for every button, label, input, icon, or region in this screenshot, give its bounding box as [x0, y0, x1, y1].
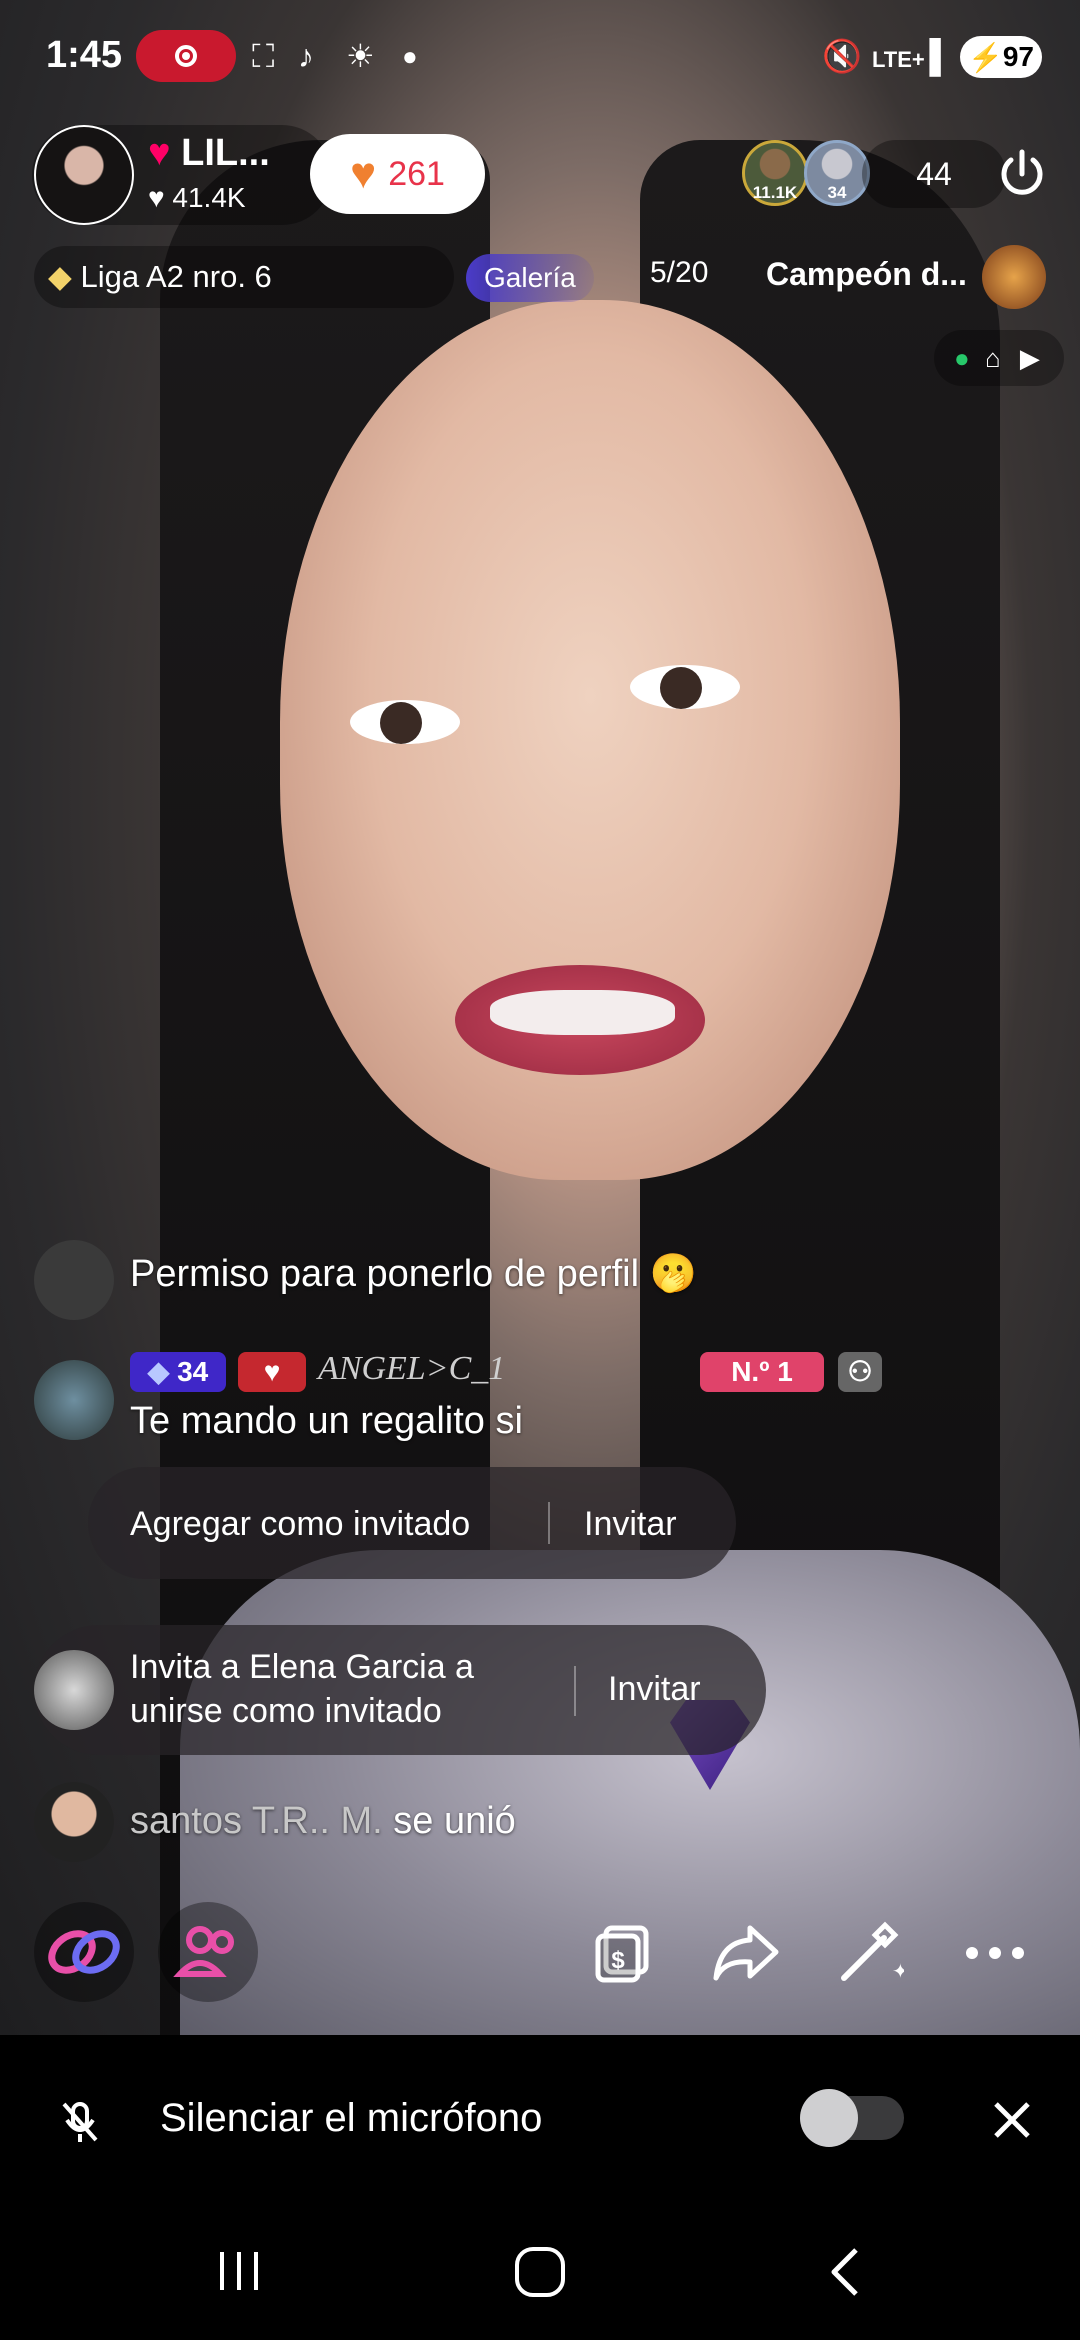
top-viewer-avatar[interactable]: 11.1K [742, 140, 808, 206]
mute-icon: 🔇 [822, 38, 862, 74]
level-value: 34 [177, 1356, 209, 1387]
live-dot-icon: ● [954, 343, 970, 373]
viewer-badge: 11.1K [752, 183, 798, 202]
second-viewer-avatar[interactable]: 34 [804, 140, 870, 206]
live-tools-pill[interactable]: ● ⌂ ▶ [934, 330, 1064, 386]
close-icon[interactable] [992, 2100, 1032, 2140]
host-name-text: LIL... [181, 132, 270, 174]
heart-ribbon-icon: ♥ [148, 132, 171, 174]
guests-button[interactable] [158, 1902, 258, 2002]
invite-prompt-line2: unirse como invitado [130, 1692, 442, 1730]
battery-indicator: ⚡ 97 [960, 36, 1042, 78]
tiktok-icon: ♪ [298, 38, 314, 74]
host-avatar[interactable] [34, 125, 134, 225]
mic-off-icon [62, 2102, 98, 2142]
video-eye-left [350, 700, 460, 744]
share-icon[interactable] [710, 1918, 780, 1988]
chat-message: Permiso para ponerlo de perfil 🫢 [130, 1253, 697, 1295]
power-icon[interactable] [994, 146, 1050, 202]
viewer-badge: 34 [827, 183, 847, 202]
more-options-icon[interactable] [960, 1918, 1030, 1988]
rank-value: N.º 1 [731, 1356, 793, 1387]
multi-guest-button[interactable] [34, 1902, 134, 2002]
join-username[interactable]: santos T.R.. M. [130, 1800, 383, 1842]
champion-icon[interactable] [982, 245, 1046, 309]
svg-text:✦: ✦ [892, 1959, 904, 1983]
status-bar: 1:45 ⛶ ♪ ☀ ● 🔇 LTE+ ▐ ⚡ 97 [0, 0, 1080, 112]
gift-cards-icon[interactable]: $ [588, 1918, 658, 1988]
league-label: Liga A2 nro. 6 [80, 259, 272, 294]
mute-mic-label: Silenciar el micrófono [160, 2096, 543, 2140]
host-likes-count: 41.4K [172, 182, 246, 213]
like-count: 261 [388, 154, 445, 193]
network-type: LTE+ [872, 47, 925, 72]
chat-message: Te mando un regalito si [130, 1400, 523, 1442]
diamond-icon: ◆ [147, 1356, 170, 1387]
battery-level: 97 [1002, 41, 1035, 72]
gallery-progress: 5/20 [650, 256, 709, 289]
brightness-icon: ☀ [346, 38, 375, 74]
join-text: se unió [393, 1800, 516, 1842]
home-icon: ⌂ [984, 343, 1001, 373]
group-icon: ⚇ [838, 1352, 882, 1392]
rank-badge: N.º 1 [700, 1352, 824, 1392]
diamond-icon: ◆ [48, 259, 72, 294]
record-icon [175, 45, 197, 67]
signal-icon: ▐ [918, 38, 941, 74]
toggle-knob[interactable] [800, 2089, 858, 2147]
magic-wand-icon[interactable]: ✦ [834, 1918, 904, 1988]
status-time: 1:45 [46, 34, 123, 76]
orange-heart-icon: ♥ [350, 149, 377, 198]
invite-elena-button[interactable]: Invitar [608, 1670, 701, 1709]
play-icon: ▶ [1019, 343, 1040, 373]
host-name: ♥ LIL... [148, 132, 270, 175]
people-icon [173, 1926, 234, 1977]
video-teeth [490, 990, 675, 1035]
gallery-tab[interactable]: Galería [466, 254, 594, 302]
heart-icon: ♥ [148, 182, 165, 213]
notification-dot-icon: ● [402, 41, 418, 71]
chat-avatar[interactable] [34, 1360, 114, 1440]
champion-label[interactable]: Campeón d... [766, 256, 967, 293]
chat-username[interactable]: ANGEL>C_1 [318, 1350, 505, 1388]
charging-icon: ⚡ [967, 41, 1003, 73]
add-guest-button[interactable]: Agregar como invitado [130, 1505, 470, 1544]
elena-avatar[interactable] [34, 1650, 114, 1730]
divider [548, 1502, 550, 1544]
screenshot-icon: ⛶ [252, 38, 275, 74]
join-message: santos T.R.. M. se unió [130, 1800, 516, 1843]
invite-prompt-line1: Invita a Elena Garcia a [130, 1648, 474, 1686]
level-badge: ◆ 34 [130, 1352, 226, 1392]
invite-button[interactable]: Invitar [584, 1505, 677, 1544]
video-eye-right [630, 665, 740, 709]
viewer-count[interactable]: 44 [862, 140, 1006, 208]
subscriber-badge: ♥ [238, 1352, 306, 1392]
divider [574, 1666, 576, 1716]
link-icon [48, 1930, 120, 1974]
league-pill[interactable]: ◆ Liga A2 nro. 6 [34, 246, 454, 308]
back-icon[interactable] [826, 2246, 866, 2298]
svg-text:$: $ [611, 1947, 625, 1974]
like-button[interactable]: ♥ 261 [310, 134, 485, 214]
chat-avatar[interactable] [34, 1240, 114, 1320]
home-button-icon[interactable] [512, 2244, 568, 2300]
join-avatar[interactable] [34, 1782, 114, 1862]
recent-apps-icon[interactable] [214, 2248, 264, 2294]
host-likes: ♥ 41.4K [148, 182, 246, 214]
screen-record-indicator[interactable] [136, 30, 236, 82]
